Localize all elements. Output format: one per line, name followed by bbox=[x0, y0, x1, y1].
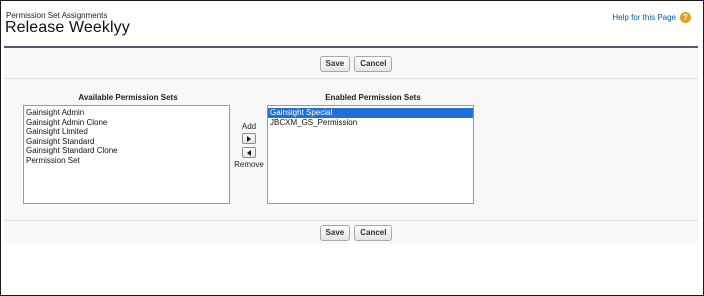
mover-controls: Add Remove bbox=[233, 122, 265, 170]
list-item-selected[interactable]: Gainsight Special bbox=[268, 108, 473, 118]
bottom-button-row: Save Cancel bbox=[4, 225, 698, 241]
list-item[interactable]: Gainsight Admin bbox=[24, 108, 229, 118]
cancel-button-top[interactable]: Cancel bbox=[354, 56, 393, 72]
divider bbox=[4, 220, 698, 221]
list-item[interactable]: JBCXM_GS_Permission bbox=[268, 118, 473, 128]
divider bbox=[4, 78, 698, 79]
question-icon[interactable]: ? bbox=[680, 12, 691, 23]
enabled-permission-sets-label: Enabled Permission Sets bbox=[325, 93, 421, 102]
help-link-label[interactable]: Help for this Page bbox=[612, 13, 676, 22]
available-permission-sets-label: Available Permission Sets bbox=[78, 93, 178, 102]
top-button-row: Save Cancel bbox=[4, 56, 698, 72]
list-item[interactable]: Gainsight Admin Clone bbox=[24, 118, 229, 128]
list-item[interactable]: Gainsight Limited bbox=[24, 127, 229, 137]
available-permission-sets-list[interactable]: Gainsight Admin Gainsight Admin Clone Ga… bbox=[23, 105, 230, 204]
add-label: Add bbox=[241, 122, 257, 131]
save-button-bottom[interactable]: Save bbox=[319, 225, 351, 241]
list-item[interactable]: Gainsight Standard Clone bbox=[24, 146, 229, 156]
page-frame: Permission Set Assignments Release Weekl… bbox=[0, 0, 704, 296]
enabled-permission-sets-list[interactable]: Gainsight Special JBCXM_GS_Permission bbox=[267, 105, 474, 204]
help-link[interactable]: Help for this Page ? bbox=[612, 12, 691, 23]
save-button-top[interactable]: Save bbox=[319, 56, 351, 72]
list-item[interactable]: Gainsight Standard bbox=[24, 137, 229, 147]
add-button[interactable] bbox=[242, 133, 256, 144]
assignment-panel: Save Cancel Available Permission Sets En… bbox=[4, 46, 698, 244]
remove-label: Remove bbox=[234, 160, 264, 169]
arrow-left-icon bbox=[247, 149, 251, 156]
arrow-right-icon bbox=[247, 135, 251, 142]
remove-button[interactable] bbox=[242, 147, 256, 158]
list-item[interactable]: Permission Set bbox=[24, 156, 229, 166]
cancel-button-bottom[interactable]: Cancel bbox=[354, 225, 393, 241]
page-title: Release Weeklyy bbox=[5, 19, 130, 36]
